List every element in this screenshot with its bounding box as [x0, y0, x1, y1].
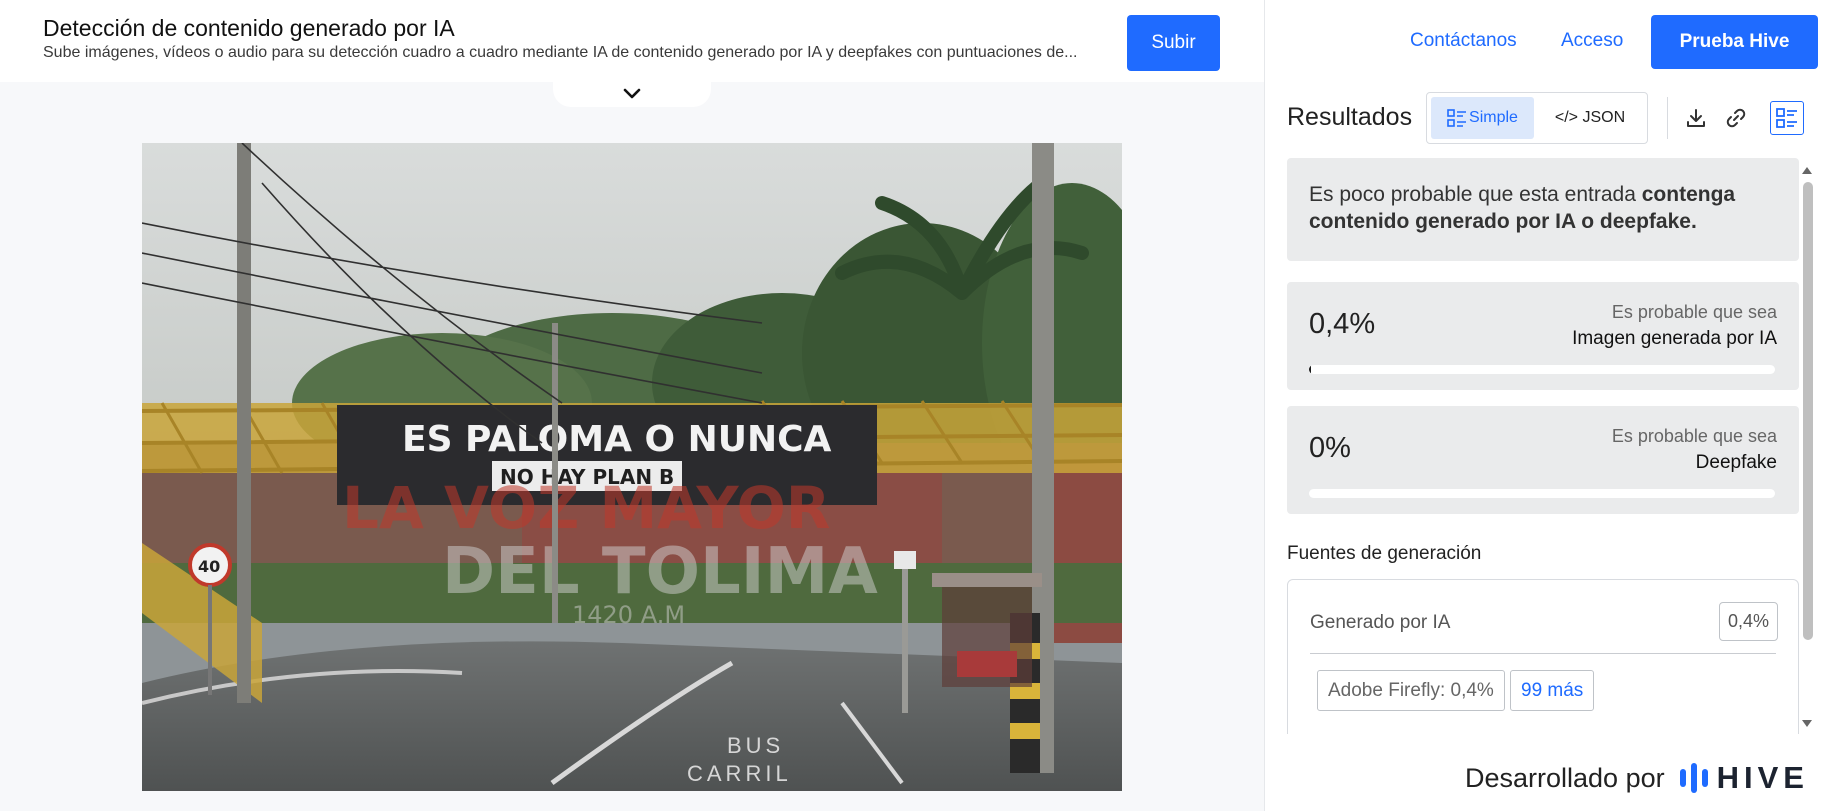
- scrollbar-thumb[interactable]: [1803, 182, 1813, 640]
- copy-link-button[interactable]: [1719, 101, 1753, 135]
- score-bar-fill: [1309, 365, 1311, 374]
- score-bar: [1309, 489, 1775, 498]
- result-summary: Es poco probable que esta entrada conten…: [1287, 158, 1799, 261]
- view-simple-label: Simple: [1469, 109, 1518, 126]
- download-icon: [1687, 109, 1705, 127]
- view-simple-button[interactable]: Simple: [1431, 97, 1534, 139]
- sources-title: Fuentes de generación: [1287, 543, 1482, 564]
- page-subtitle: Sube imágenes, vídeos o audio para su de…: [43, 44, 1078, 61]
- score-card-ai-image: 0,4% Es probable que sea Imagen generada…: [1287, 282, 1799, 390]
- results-title: Resultados: [1287, 103, 1413, 131]
- banner-text: ES PALOMA O NUNCA: [402, 419, 832, 460]
- source-value-badge: 0,4%: [1718, 602, 1778, 641]
- collapse-toggle[interactable]: [553, 80, 711, 107]
- results-scrollbar[interactable]: [1800, 162, 1814, 734]
- list-view-icon: [1776, 108, 1797, 128]
- login-link[interactable]: Acceso: [1561, 30, 1623, 52]
- chevron-down-icon: [623, 88, 641, 98]
- simple-view-icon: [1447, 109, 1467, 127]
- view-json-label: </> JSON: [1554, 109, 1626, 126]
- road-marking-text: CARRIL: [687, 761, 792, 786]
- source-chip: Adobe Firefly: 0,4%: [1317, 670, 1505, 711]
- hive-logo[interactable]: HIVE: [1679, 760, 1809, 796]
- hive-logo-icon: [1679, 763, 1708, 793]
- hive-wordmark: HIVE: [1716, 760, 1809, 795]
- view-toggle: Simple </> JSON: [1426, 92, 1648, 144]
- scroll-down-icon[interactable]: [1800, 718, 1814, 730]
- street-photo: BUS CARRIL ES PALOMA O NUNCA NO HAY PLAN…: [142, 143, 1122, 791]
- download-button[interactable]: [1679, 101, 1713, 135]
- page-title: Detección de contenido generado por IA: [43, 15, 455, 41]
- upload-button[interactable]: Subir: [1127, 15, 1220, 71]
- score-percent: 0,4%: [1309, 308, 1376, 340]
- results-scroll-area[interactable]: Es poco probable que esta entrada conten…: [1287, 158, 1799, 734]
- score-bar: [1309, 365, 1775, 374]
- speed-sign-text: 40: [198, 557, 220, 576]
- link-icon: [1726, 108, 1746, 128]
- uploaded-image: BUS CARRIL ES PALOMA O NUNCA NO HAY PLAN…: [142, 143, 1122, 791]
- score-card-deepfake: 0% Es probable que sea Deepfake: [1287, 406, 1799, 514]
- watermark-text: LA VOZ MAYOR: [342, 474, 830, 542]
- score-label: Deepfake: [1695, 452, 1777, 473]
- more-sources-button[interactable]: 99 más: [1510, 670, 1595, 711]
- results-pane: Contáctanos Acceso Prueba Hive Resultado…: [1264, 0, 1837, 811]
- page-header: Detección de contenido generado por IA S…: [0, 0, 1264, 82]
- sources-panel: Generado por IA 0,4% Adobe Firefly: 0,4%…: [1287, 579, 1799, 734]
- summary-text: Es poco probable que esta entrada: [1309, 183, 1642, 206]
- view-json-button[interactable]: </> JSON: [1540, 97, 1640, 139]
- upload-pane: Detección de contenido generado por IA S…: [0, 0, 1264, 811]
- score-label: Imagen generada por IA: [1572, 328, 1777, 349]
- try-hive-button[interactable]: Prueba Hive: [1651, 15, 1818, 69]
- list-view-button[interactable]: [1770, 101, 1804, 135]
- score-percent: 0%: [1309, 432, 1351, 464]
- watermark-text: DEL TOLIMA: [442, 535, 878, 609]
- watermark-text: 1420 A.M: [572, 601, 685, 629]
- score-likelihood: Es probable que sea: [1611, 302, 1777, 322]
- powered-by: Desarrollado por HIVE: [1465, 760, 1809, 796]
- road-marking-text: BUS: [727, 733, 784, 758]
- contact-link[interactable]: Contáctanos: [1410, 30, 1517, 52]
- source-label: Generado por IA: [1310, 612, 1451, 633]
- powered-by-text: Desarrollado por: [1465, 762, 1665, 793]
- source-divider: [1310, 653, 1776, 654]
- scroll-up-icon[interactable]: [1800, 164, 1814, 176]
- toolbar-divider: [1667, 97, 1668, 139]
- score-likelihood: Es probable que sea: [1611, 426, 1777, 446]
